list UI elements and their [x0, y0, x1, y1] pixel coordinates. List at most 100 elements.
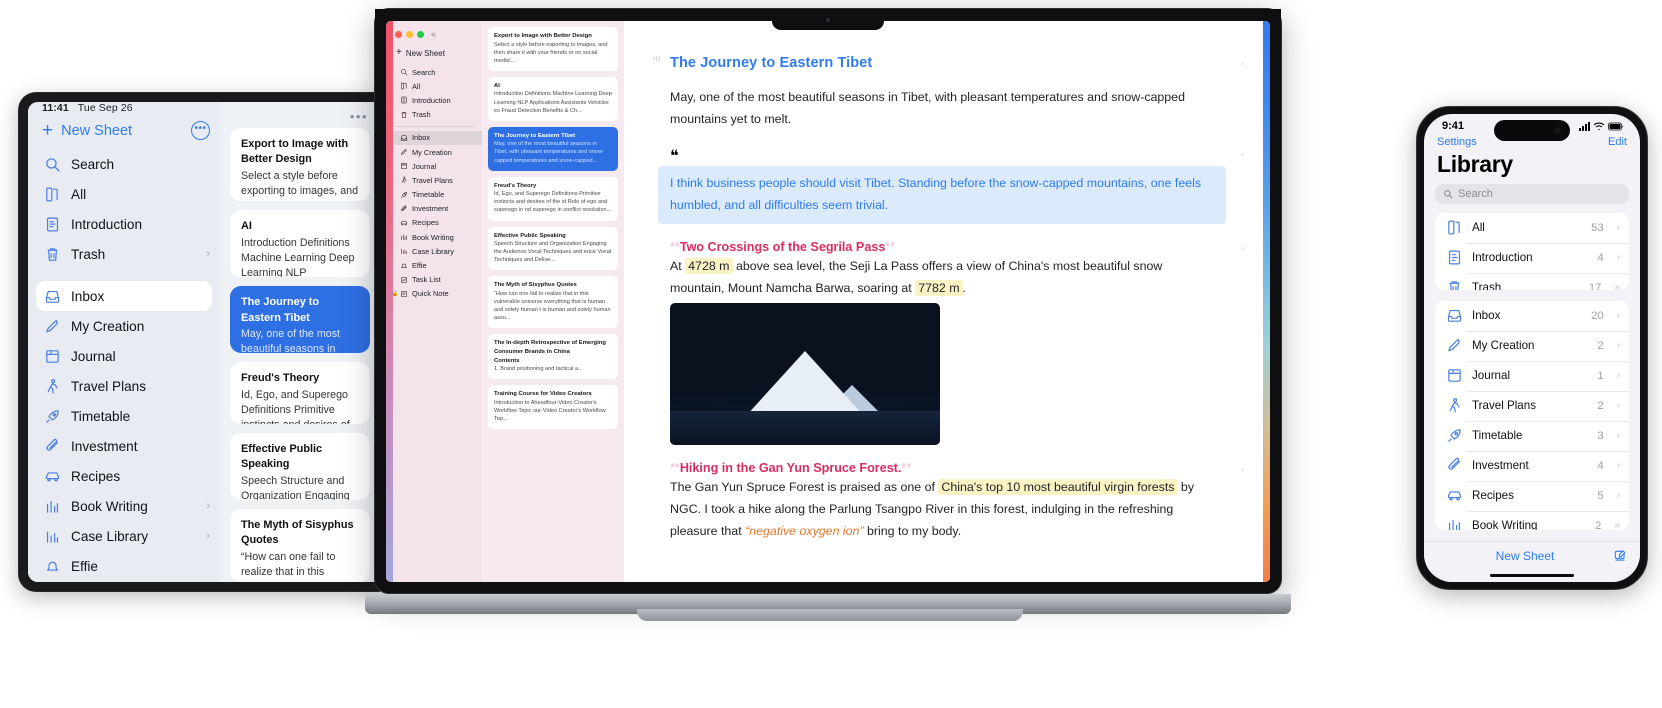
iphone-item-recipes[interactable]: Recipes 5 ›	[1435, 480, 1629, 511]
edit-button[interactable]: Edit	[1608, 136, 1627, 148]
new-sheet-button[interactable]: New Sheet	[1496, 549, 1555, 563]
ipad-item-book-writing[interactable]: Book Writing ›	[28, 491, 220, 521]
ipad-item-introduction[interactable]: Introduction	[28, 209, 220, 239]
compose-icon[interactable]	[1613, 549, 1627, 563]
mac-item-book-writing[interactable]: › Book Writing	[386, 230, 482, 244]
ipad-item-case-library[interactable]: Case Library ›	[28, 521, 220, 551]
ipad-item-travel-plans[interactable]: Travel Plans	[28, 371, 220, 401]
ipad-item-inbox[interactable]: Inbox	[36, 281, 212, 311]
doc-heading-block[interactable]: H1 › The Journey to Eastern Tibet	[653, 55, 1244, 71]
list-item[interactable]: The Journey to Eastern Tibet May, one of…	[488, 126, 618, 171]
mac-item-task-list[interactable]: Task List	[386, 273, 482, 287]
ipad-item-my-creation[interactable]: My Creation	[28, 311, 220, 341]
doc-quote-block[interactable]: ❝ › I think business people should visit…	[658, 146, 1244, 225]
trend-icon	[401, 276, 407, 283]
list-item[interactable]: Export to Image with Better Design Selec…	[230, 128, 370, 202]
iphone-item-introduction[interactable]: Introduction 4 ›	[1435, 242, 1629, 273]
doc-paragraph: The Gan Yun Spruce Forest is praised as …	[670, 477, 1214, 542]
mac-item-travel-plans[interactable]: Travel Plans	[386, 173, 482, 187]
mac-item-trash[interactable]: › Trash	[386, 108, 482, 122]
collapse-sidebar-icon[interactable]: «	[431, 29, 436, 39]
mac-item-journal[interactable]: Journal	[386, 159, 482, 173]
minimize-button[interactable]	[406, 30, 413, 38]
mac-item-all[interactable]: All	[386, 79, 482, 93]
block-handle-icon[interactable]: ›	[1241, 464, 1244, 474]
document-editor[interactable]: H1 › The Journey to Eastern Tibet May, o…	[624, 21, 1270, 582]
mac-new-sheet-button[interactable]: + New Sheet	[386, 46, 482, 65]
note-body: Select a style before exporting to image…	[494, 41, 608, 64]
iphone-item-my-creation[interactable]: My Creation 2 ›	[1435, 330, 1629, 361]
foreground-shadow	[670, 411, 940, 446]
doc-section-two[interactable]: › **Hiking in the Gan Yun Spruce Forest.…	[670, 461, 1244, 542]
list-item[interactable]: The Myth of Sisyphus Quotes “How can one…	[488, 276, 618, 329]
mac-item-effie[interactable]: Effie	[386, 258, 482, 272]
ipad-item-search[interactable]: Search	[28, 149, 220, 179]
ipad-item-all[interactable]: All	[28, 179, 220, 209]
window-controls[interactable]: «	[386, 26, 482, 46]
ipad-item-timetable[interactable]: Timetable	[28, 401, 220, 431]
ipad-screen: 11:41 Tue Sep 26 + New Sheet ••• Search …	[28, 102, 380, 582]
mac-item-case-library[interactable]: › Case Library	[386, 244, 482, 258]
pen-icon	[401, 148, 407, 155]
list-item[interactable]: AI Introduction Definitions Machine Lear…	[230, 210, 370, 278]
list-item[interactable]: Export to Image with Better Design Selec…	[488, 27, 618, 71]
iphone-item-all[interactable]: All 53 ›	[1435, 213, 1629, 243]
iphone-device: 9:41 Settings Edit Library Search All 53…	[1416, 106, 1648, 590]
mac-item-timetable[interactable]: Timetable	[386, 188, 482, 202]
mac-note-list[interactable]: Export to Image with Better Design Selec…	[482, 21, 624, 582]
list-item[interactable]: Training Course for Video Creators Intro…	[488, 385, 618, 430]
mac-item-recipes[interactable]: Recipes	[386, 216, 482, 230]
block-handle-icon[interactable]: ›	[1241, 58, 1244, 68]
iphone-item-investment[interactable]: Investment 4 ›	[1435, 450, 1629, 481]
block-handle-icon[interactable]: ›	[1241, 149, 1244, 159]
ipad-item-task-list[interactable]: Task List	[28, 581, 220, 582]
note-body: 1. Brand positioning and tactical a...	[494, 366, 583, 373]
inbox-icon	[45, 290, 60, 303]
mac-item-introduction[interactable]: Introduction	[386, 93, 482, 107]
list-item[interactable]: The Journey to Eastern Tibet May, one of…	[230, 286, 370, 354]
ipad-item-trash[interactable]: Trash ›	[28, 239, 220, 269]
ipad-item-label: Inbox	[71, 288, 105, 304]
iphone-item-travel-plans[interactable]: Travel Plans 2 ›	[1435, 390, 1629, 421]
list-item[interactable]: Effective Public Speaking Speech Structu…	[488, 226, 618, 271]
list-item[interactable]: The Myth of Sisyphus Quotes “How can one…	[230, 508, 370, 582]
mac-item-label: Inbox	[412, 133, 431, 143]
list-item[interactable]: AI Introduction Definitions Machine Lear…	[488, 76, 618, 121]
ellipsis-icon[interactable]: •••	[191, 121, 210, 140]
back-button[interactable]: Settings	[1437, 136, 1477, 148]
iphone-item-inbox[interactable]: Inbox 20 ›	[1435, 301, 1629, 331]
iphone-item-trash[interactable]: Trash 17 »	[1435, 272, 1629, 290]
list-item[interactable]: Freud's Theory Id, Ego, and Superego Def…	[230, 362, 370, 424]
mac-item-search[interactable]: Search	[386, 65, 482, 79]
close-button[interactable]	[395, 30, 402, 38]
zoom-button[interactable]	[417, 30, 424, 38]
list-item[interactable]: Freud's Theory Id, Ego, and Superego Def…	[488, 176, 618, 221]
mac-item-my-creation[interactable]: My Creation	[386, 145, 482, 159]
doc-section-one[interactable]: › **Two Crossings of the Segrila Pass** …	[670, 240, 1244, 446]
list-item[interactable]: The In-depth Retrospective of Emerging C…	[488, 334, 618, 380]
search-input[interactable]: Search	[1435, 184, 1629, 204]
document-icon	[1448, 251, 1461, 265]
mac-item-label: Investment	[412, 204, 449, 214]
iphone-item-book-writing[interactable]: Book Writing 2 »	[1435, 510, 1629, 531]
snow-mountain-photo[interactable]	[670, 303, 940, 446]
note-title: The Journey to Eastern Tibet	[494, 132, 576, 139]
iphone-item-timetable[interactable]: Timetable 3 ›	[1435, 420, 1629, 451]
ipad-note-list[interactable]: ••• Export to Image with Better Design S…	[220, 102, 380, 582]
ipad-new-sheet-button[interactable]: + New Sheet •••	[28, 114, 220, 149]
list-item[interactable]: Effective Public Speaking Speech Structu…	[230, 432, 370, 500]
mac-item-quick-note[interactable]: 🔒 Quick Note	[386, 287, 482, 301]
ipad-item-investment[interactable]: Investment	[28, 431, 220, 461]
divider	[394, 125, 474, 127]
ipad-item-journal[interactable]: Journal	[28, 341, 220, 371]
ipad-item-label: Trash	[71, 246, 106, 262]
mac-item-inbox[interactable]: Inbox	[386, 130, 482, 145]
block-handle-icon[interactable]: ›	[1241, 243, 1244, 253]
ipad-item-effie[interactable]: Effie	[28, 551, 220, 581]
home-bar	[1490, 573, 1574, 578]
item-count: 1	[1597, 369, 1604, 382]
iphone-item-journal[interactable]: Journal 1 ›	[1435, 360, 1629, 391]
ipad-item-recipes[interactable]: Recipes	[28, 461, 220, 491]
mac-item-investment[interactable]: Investment	[386, 202, 482, 216]
doc-paragraph-block[interactable]: May, one of the most beautiful seasons i…	[670, 87, 1214, 130]
